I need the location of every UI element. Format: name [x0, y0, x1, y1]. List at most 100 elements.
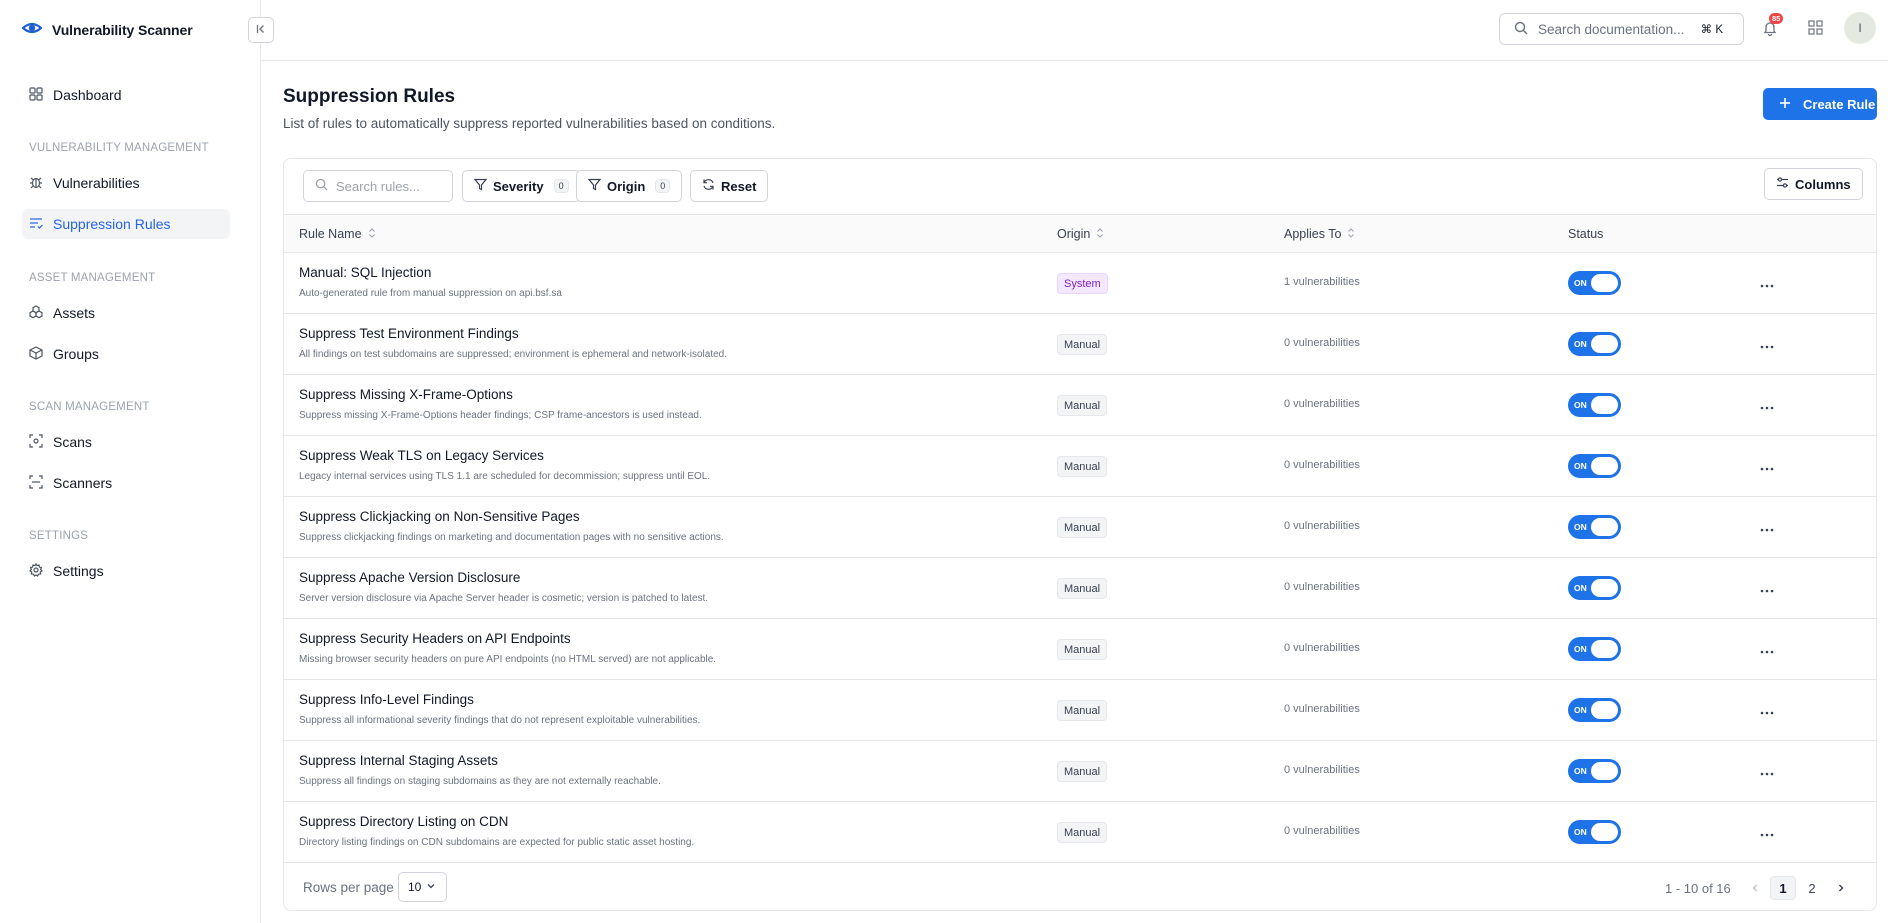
table-row[interactable]: Suppress Clickjacking on Non-Sensitive P…: [284, 497, 1876, 558]
table-row[interactable]: Suppress Info-Level Findings Suppress al…: [284, 680, 1876, 741]
previous-page-button[interactable]: [1742, 876, 1768, 900]
notifications-button[interactable]: 85: [1758, 13, 1784, 41]
sort-icon: [1096, 227, 1104, 241]
page-2-button[interactable]: 2: [1799, 876, 1825, 900]
severity-filter-button[interactable]: Severity 0: [462, 170, 581, 202]
sidebar-item-settings[interactable]: Settings: [22, 556, 230, 586]
row-actions-button[interactable]: [1759, 580, 1775, 596]
column-header-label: Status: [1568, 227, 1604, 241]
sidebar-item-scans[interactable]: Scans: [22, 427, 230, 457]
applies-to-count: 0 vulnerabilities: [1284, 459, 1360, 471]
rule-description: Suppress missing X-Frame-Options header …: [299, 410, 702, 421]
row-actions-button[interactable]: [1759, 397, 1775, 413]
status-toggle[interactable]: ON: [1568, 393, 1621, 417]
rule-description: All findings on test subdomains are supp…: [299, 349, 728, 360]
rule-description: Server version disclosure via Apache Ser…: [299, 593, 709, 604]
table-row[interactable]: Suppress Missing X-Frame-Options Suppres…: [284, 375, 1876, 436]
apps-button[interactable]: [1803, 17, 1827, 41]
status-toggle[interactable]: ON: [1568, 637, 1621, 661]
row-actions-button[interactable]: [1759, 336, 1775, 352]
sidebar-item-assets[interactable]: Assets: [22, 298, 230, 328]
status-toggle[interactable]: ON: [1568, 271, 1621, 295]
rule-name[interactable]: Suppress Missing X-Frame-Options: [299, 387, 513, 402]
status-toggle[interactable]: ON: [1568, 759, 1621, 783]
next-page-button[interactable]: [1828, 876, 1854, 900]
rules-search-input[interactable]: Search rules...: [303, 170, 453, 202]
user-avatar[interactable]: I: [1844, 12, 1876, 44]
status-toggle[interactable]: ON: [1568, 698, 1621, 722]
origin-filter-button[interactable]: Origin 0: [576, 170, 683, 202]
grid-icon: [29, 86, 43, 104]
row-actions-button[interactable]: [1759, 458, 1775, 474]
apps-grid-icon: [1807, 20, 1823, 38]
rule-name[interactable]: Suppress Weak TLS on Legacy Services: [299, 448, 544, 463]
table-row[interactable]: Suppress Apache Version Disclosure Serve…: [284, 558, 1876, 619]
plus-icon: [1779, 97, 1791, 112]
rows-per-page-value: 10: [408, 880, 422, 894]
table-footer: Rows per page 10 1 - 10 of 16 1 2: [284, 863, 1876, 910]
origin-filter-count: 0: [655, 179, 671, 193]
column-header-label: Rule Name: [299, 227, 362, 241]
sidebar-item-vulnerabilities[interactable]: Vulnerabilities: [22, 168, 230, 198]
rule-name[interactable]: Suppress Apache Version Disclosure: [299, 570, 520, 585]
origin-badge: Manual: [1057, 578, 1108, 599]
status-toggle[interactable]: ON: [1568, 576, 1621, 600]
sidebar-item-scanners[interactable]: Scanners: [22, 468, 230, 498]
severity-filter-label: Severity: [493, 178, 544, 194]
brand[interactable]: Vulnerability Scanner: [21, 18, 193, 41]
rule-name[interactable]: Manual: SQL Injection: [299, 265, 431, 280]
documentation-search[interactable]: Search documentation... ⌘ K: [1499, 13, 1744, 45]
status-toggle[interactable]: ON: [1568, 454, 1621, 478]
table-row[interactable]: Manual: SQL Injection Auto-generated rul…: [284, 253, 1876, 314]
origin-badge: Manual: [1057, 822, 1108, 843]
status-toggle[interactable]: ON: [1568, 332, 1621, 356]
rule-name[interactable]: Suppress Security Headers on API Endpoin…: [299, 631, 571, 646]
sidebar-item-groups[interactable]: Groups: [22, 339, 230, 369]
status-toggle[interactable]: ON: [1568, 820, 1621, 844]
rule-name[interactable]: Suppress Test Environment Findings: [299, 326, 519, 341]
package-icon: [29, 345, 43, 363]
table-row[interactable]: Suppress Internal Staging Assets Suppres…: [284, 741, 1876, 802]
create-rule-button[interactable]: Create Rule: [1763, 88, 1877, 120]
columns-button[interactable]: Columns: [1764, 168, 1863, 200]
sidebar-item-dashboard[interactable]: Dashboard: [22, 80, 230, 110]
search-icon: [315, 178, 328, 194]
table-header: Rule Name Origin Applies To Status: [284, 214, 1876, 253]
table-row[interactable]: Suppress Security Headers on API Endpoin…: [284, 619, 1876, 680]
more-horizontal-icon: [1760, 641, 1774, 657]
sidebar-item-suppression-rules[interactable]: Suppression Rules: [22, 209, 230, 239]
section-vulnerability-management: VULNERABILITY MANAGEMENT: [29, 142, 209, 154]
table-row[interactable]: Suppress Test Environment Findings All f…: [284, 314, 1876, 375]
row-actions-button[interactable]: [1759, 275, 1775, 291]
toggle-state-label: ON: [1574, 766, 1587, 776]
column-header-origin[interactable]: Origin: [1057, 227, 1104, 241]
row-actions-button[interactable]: [1759, 824, 1775, 840]
rule-name[interactable]: Suppress Clickjacking on Non-Sensitive P…: [299, 509, 580, 524]
origin-badge: System: [1057, 273, 1108, 294]
more-horizontal-icon: [1760, 824, 1774, 840]
rule-name[interactable]: Suppress Directory Listing on CDN: [299, 814, 508, 829]
column-header-applies-to[interactable]: Applies To: [1284, 227, 1355, 241]
table-row[interactable]: Suppress Directory Listing on CDN Direct…: [284, 802, 1876, 863]
sliders-icon: [1776, 176, 1789, 192]
collapse-sidebar-button[interactable]: [248, 17, 274, 43]
page-title: Suppression Rules: [283, 86, 456, 107]
origin-badge: Manual: [1057, 517, 1108, 538]
row-actions-button[interactable]: [1759, 519, 1775, 535]
rule-name[interactable]: Suppress Info-Level Findings: [299, 692, 474, 707]
column-header-rule-name[interactable]: Rule Name: [299, 227, 376, 241]
more-horizontal-icon: [1760, 336, 1774, 352]
row-actions-button[interactable]: [1759, 763, 1775, 779]
page-1-button[interactable]: 1: [1770, 876, 1796, 900]
rules-search-placeholder: Search rules...: [336, 178, 420, 194]
row-actions-button[interactable]: [1759, 702, 1775, 718]
rule-description: Directory listing findings on CDN subdom…: [299, 837, 695, 848]
gear-icon: [29, 562, 43, 580]
rule-name[interactable]: Suppress Internal Staging Assets: [299, 753, 498, 768]
row-actions-button[interactable]: [1759, 641, 1775, 657]
rows-per-page-select[interactable]: 10: [398, 872, 447, 902]
table-row[interactable]: Suppress Weak TLS on Legacy Services Leg…: [284, 436, 1876, 497]
status-toggle[interactable]: ON: [1568, 515, 1621, 539]
reset-filters-button[interactable]: Reset: [690, 170, 769, 202]
sidebar-item-label: Settings: [53, 563, 104, 579]
